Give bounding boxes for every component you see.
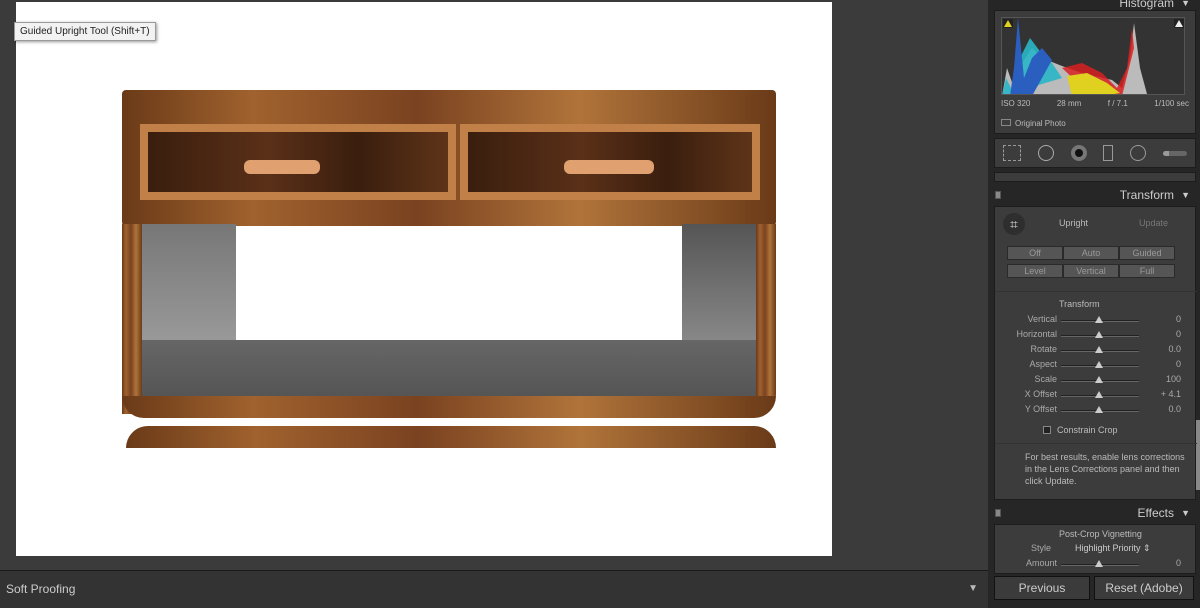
panel-scrollbar[interactable]	[1196, 420, 1200, 490]
adjustment-brush-icon[interactable]	[1162, 150, 1187, 156]
aperture-readout: f / 7.1	[1107, 99, 1128, 108]
transform-hint: For best results, enable lens correction…	[1025, 452, 1185, 486]
upright-level-button[interactable]: Level	[1007, 264, 1063, 278]
slider-scale[interactable]: Scale 100	[995, 373, 1197, 388]
constrain-crop-checkbox[interactable]: Constrain Crop	[1043, 425, 1118, 435]
slider-label: Horizontal	[1016, 329, 1057, 339]
right-panel: Histogram ▼ ISO 320 28 mm f / 7.1 1/100 s…	[990, 0, 1197, 608]
slider-value[interactable]: 0	[1176, 359, 1181, 369]
upright-full-button[interactable]: Full	[1119, 264, 1175, 278]
checkbox[interactable]	[1001, 119, 1011, 126]
red-eye-icon[interactable]	[1070, 145, 1087, 161]
iso-readout: ISO 320	[1001, 99, 1031, 108]
transform-section-title: Transform	[1059, 299, 1100, 309]
constrain-crop-label: Constrain Crop	[1057, 425, 1118, 435]
slider-thumb[interactable]	[1095, 346, 1103, 353]
histogram-panel: ISO 320 28 mm f / 7.1 1/100 sec Original…	[994, 10, 1196, 134]
vignetting-title: Post-Crop Vignetting	[1059, 529, 1142, 539]
slider-value[interactable]: 100	[1166, 374, 1181, 384]
slider-value[interactable]: 0	[1176, 329, 1181, 339]
upright-label: Upright	[1059, 218, 1089, 228]
triangle-down-icon: ▼	[1181, 0, 1190, 8]
radial-filter-icon[interactable]	[1129, 145, 1146, 161]
triangle-down-icon: ▼	[1181, 190, 1190, 200]
slider-thumb[interactable]	[1095, 376, 1103, 383]
style-label: Style	[1031, 543, 1052, 553]
histogram-chart	[1001, 17, 1185, 95]
slider-label: Aspect	[1029, 359, 1057, 369]
panel-switch-icon[interactable]	[995, 191, 1001, 199]
shutter-readout: 1/100 sec	[1154, 99, 1189, 108]
slider-value[interactable]: 0.0	[1168, 404, 1181, 414]
effects-header[interactable]: Effects ▼	[990, 502, 1196, 524]
chevron-down-icon[interactable]: ▼	[968, 583, 978, 594]
slider-vertical[interactable]: Vertical 0	[995, 313, 1197, 328]
upright-guided-button[interactable]: Guided	[1119, 246, 1175, 260]
slider-thumb[interactable]	[1095, 361, 1103, 368]
toolbar: Soft Proofing ▼	[0, 570, 988, 608]
slider-value[interactable]: 0	[1176, 558, 1181, 568]
slider-value[interactable]: + 4.1	[1161, 389, 1181, 399]
panel-divider	[994, 172, 1196, 182]
histogram-title: Histogram	[1119, 0, 1174, 10]
checkbox[interactable]	[1043, 426, 1051, 434]
slider-thumb[interactable]	[1095, 316, 1103, 323]
focal-length-readout: 28 mm	[1056, 99, 1082, 108]
slider-value[interactable]: 0.0	[1168, 344, 1181, 354]
slider-label: Rotate	[1030, 344, 1057, 354]
previous-button[interactable]: Previous	[994, 576, 1090, 600]
transform-header[interactable]: Transform ▼	[990, 184, 1196, 206]
spot-removal-icon[interactable]	[1037, 145, 1054, 161]
original-photo-toggle[interactable]: Original Photo	[1001, 119, 1066, 128]
effects-title: Effects	[1137, 506, 1174, 520]
tool-strip	[994, 138, 1196, 168]
triangle-down-icon: ▼	[1181, 508, 1190, 518]
transform-title: Transform	[1119, 188, 1174, 202]
grid-crop-icon[interactable]	[1003, 145, 1022, 161]
style-select[interactable]: Highlight Priority ⇕	[1075, 543, 1151, 554]
slider-label: Vertical	[1027, 314, 1057, 324]
slider-thumb[interactable]	[1095, 331, 1103, 338]
upright-off-button[interactable]: Off	[1007, 246, 1063, 260]
amount-slider[interactable]: Amount 0	[995, 557, 1197, 572]
slider-thumb[interactable]	[1095, 406, 1103, 413]
tooltip: Guided Upright Tool (Shift+T)	[14, 22, 156, 41]
slider-thumb[interactable]	[1095, 560, 1103, 567]
slider-label: Amount	[1025, 558, 1057, 568]
slider-thumb[interactable]	[1095, 391, 1103, 398]
effects-panel: Post-Crop Vignetting Style Highlight Pri…	[994, 524, 1196, 574]
slider-x-offset[interactable]: X Offset + 4.1	[995, 388, 1197, 403]
slider-label: Scale	[1034, 374, 1057, 384]
slider-label: X Offset	[1024, 389, 1057, 399]
photo-preview[interactable]	[16, 2, 832, 556]
panel-switch-icon[interactable]	[995, 509, 1001, 517]
style-value: Highlight Priority	[1075, 543, 1141, 553]
slider-value[interactable]: 0	[1176, 314, 1181, 324]
guided-upright-tool-icon[interactable]: ⌗	[1003, 213, 1025, 235]
reset-button[interactable]: Reset (Adobe)	[1094, 576, 1194, 600]
slider-rotate[interactable]: Rotate 0.0	[995, 343, 1197, 358]
slider-horizontal[interactable]: Horizontal 0	[995, 328, 1197, 343]
slider-label: Y Offset	[1024, 404, 1057, 414]
upright-auto-button[interactable]: Auto	[1063, 246, 1119, 260]
graduated-filter-icon[interactable]	[1103, 145, 1114, 161]
original-photo-label: Original Photo	[1015, 119, 1066, 128]
upright-vertical-button[interactable]: Vertical	[1063, 264, 1119, 278]
transform-panel: ⌗ Upright Update Off Auto Guided Level V…	[994, 206, 1197, 500]
slider-aspect[interactable]: Aspect 0	[995, 358, 1197, 373]
soft-proofing-label[interactable]: Soft Proofing	[6, 582, 75, 596]
slider-y-offset[interactable]: Y Offset 0.0	[995, 403, 1197, 418]
update-button[interactable]: Update	[1139, 218, 1168, 228]
image-canvas[interactable]: Guided Upright Tool (Shift+T)	[0, 0, 988, 570]
